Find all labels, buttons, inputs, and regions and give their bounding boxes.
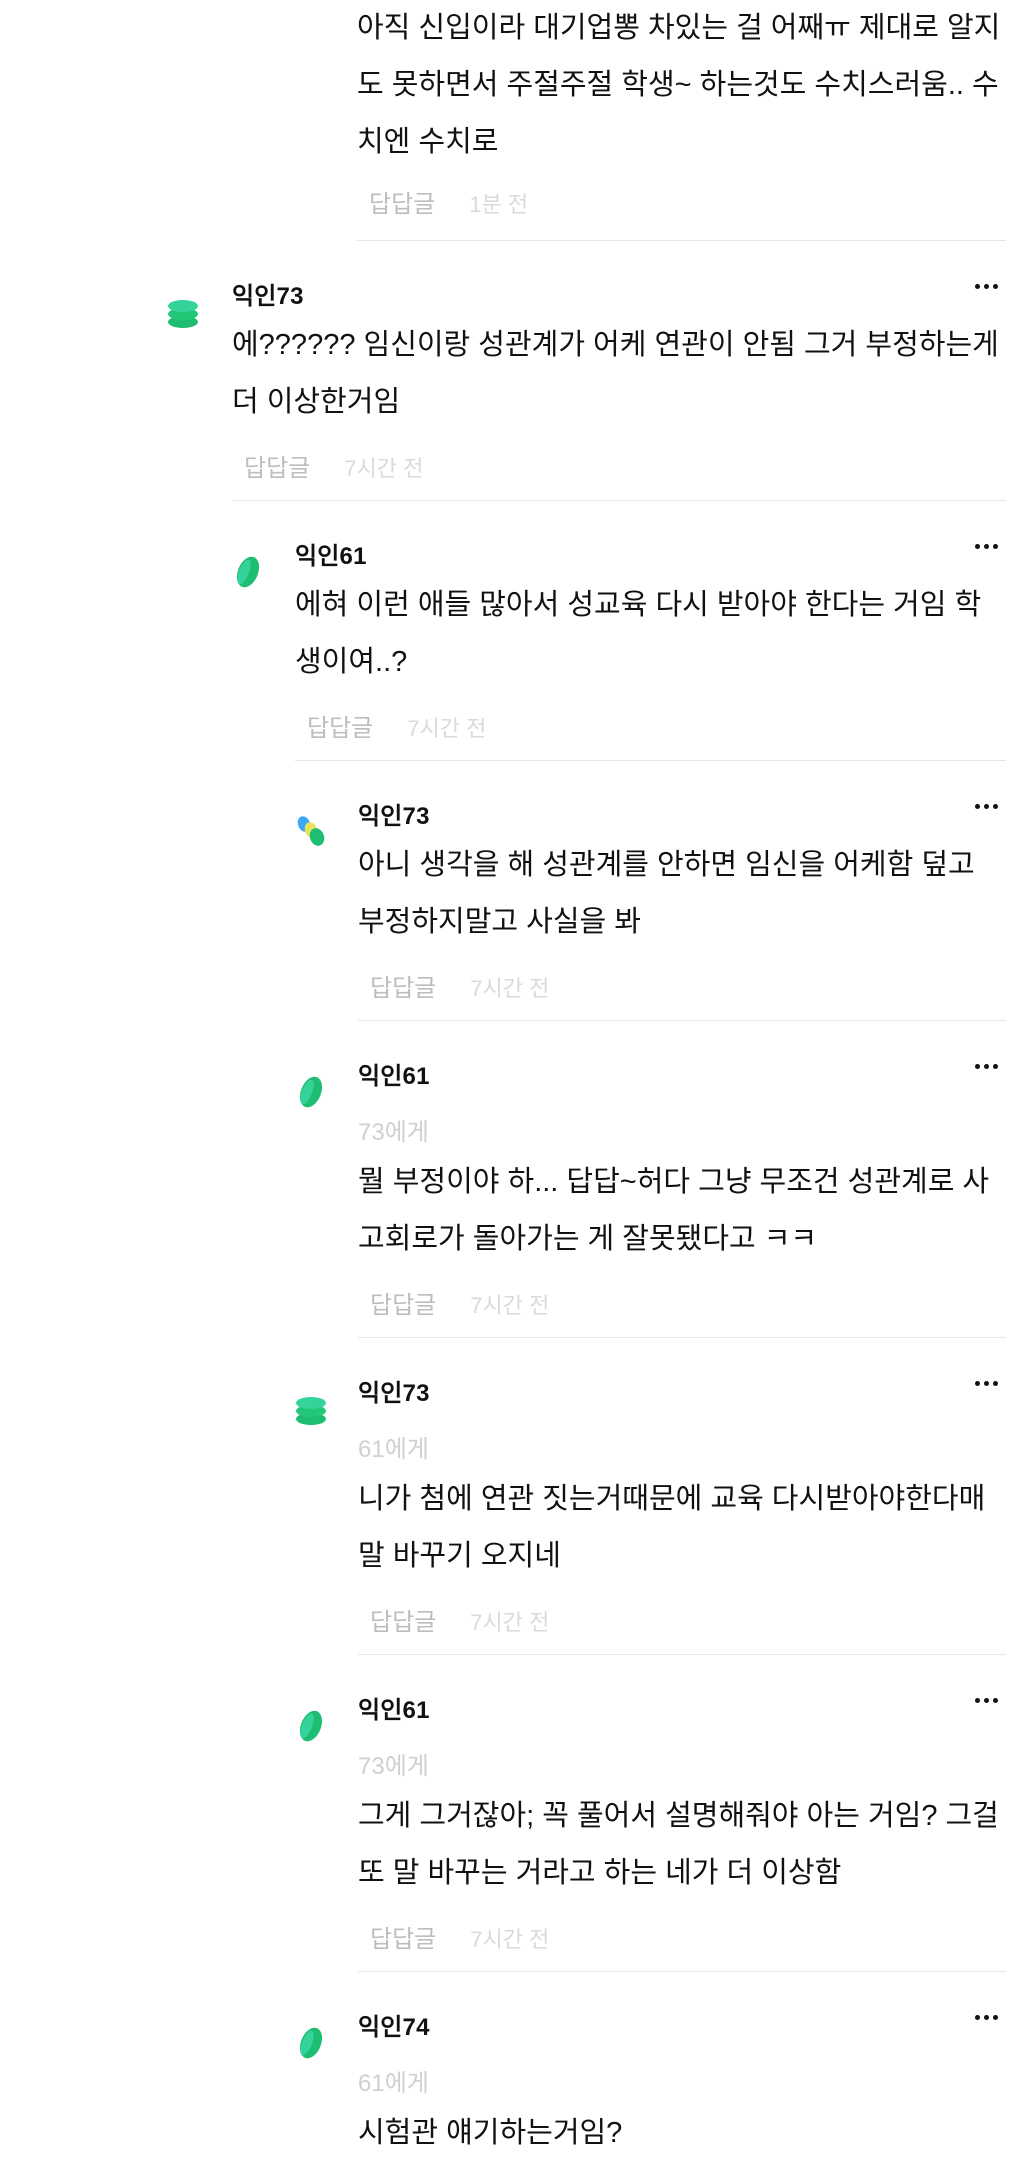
more-options-button[interactable] — [966, 794, 1006, 818]
comment-author[interactable]: 익인74 — [358, 2007, 430, 2042]
comment-actions: 답답글 7시간 전 — [370, 1602, 549, 1637]
reply-button[interactable]: 답답글 — [370, 1285, 436, 1320]
divider — [358, 1337, 1006, 1338]
comment-author[interactable]: 익인73 — [232, 276, 304, 311]
comment-actions: 답답글 7시간 전 — [370, 968, 549, 1003]
comment-item: 익인61 73에게 그게 그거잖아; 꼭 풀어서 설명해줘야 아는 거임? 그걸… — [293, 1684, 1006, 1973]
leaf-avatar-icon[interactable] — [230, 552, 270, 592]
comment-text: 뭘 부정이야 하... 답답~허다 그냥 무조건 성관계로 사고회로가 돌아가는… — [358, 1166, 990, 1255]
comment-text: 그게 그거잖아; 꼭 풀어서 설명해줘야 아는 거임? 그걸 또 말 바꾸는 거… — [358, 1800, 999, 1889]
mention-label: 61에게 — [358, 1436, 429, 1463]
comment-author[interactable]: 익인61 — [358, 1056, 430, 1091]
reply-button[interactable]: 답답글 — [370, 968, 436, 1003]
comment-actions: 답답글 7시간 전 — [370, 1919, 549, 1954]
comment-text: 니가 첨에 연관 짓는거때문에 교육 다시받아야한다매 말 바꾸기 오지네 — [358, 1483, 986, 1572]
comment-time: 7시간 전 — [470, 976, 550, 1001]
divider — [232, 500, 1006, 501]
reply-button[interactable]: 답답글 — [244, 448, 310, 483]
more-options-button[interactable] — [966, 534, 1006, 558]
comment-item: 익인73 에?????? 임신이랑 성관계가 어케 연관이 안됨 그거 부정하는… — [167, 270, 1006, 502]
leaf-avatar-icon[interactable] — [293, 1706, 333, 1746]
comment-item: 아직 신입이라 대기업뽕 차있는 걸 어째ㅠ 제대로 알지도 못하면서 주절주절… — [357, 0, 1006, 242]
comment-time: 7시간 전 — [407, 716, 487, 741]
comment-actions: 답답글 1분 전 — [369, 184, 528, 219]
more-options-button[interactable] — [966, 2005, 1006, 2029]
divider — [358, 1971, 1006, 1972]
comment-time: 7시간 전 — [470, 1293, 550, 1318]
comment-actions: 답답글 7시간 전 — [370, 1285, 549, 1320]
divider — [357, 240, 1006, 241]
leaf-avatar-icon[interactable] — [293, 1072, 333, 1112]
comment-time: 7시간 전 — [470, 1610, 550, 1635]
comment-text: 아니 생각을 해 성관계를 안하면 임신을 어케함 덮고 부정하지말고 사실을 … — [358, 849, 975, 938]
comment-author[interactable]: 익인73 — [358, 796, 430, 831]
comment-text: 에혀 이런 애들 많아서 성교육 다시 받아야 한다는 거임 학생이여..? — [295, 589, 982, 678]
comment-item: 익인61 73에게 뭘 부정이야 하... 답답~허다 그냥 무조건 성관계로 … — [293, 1050, 1006, 1339]
comment-item: 익인61 에혀 이런 애들 많아서 성교육 다시 받아야 한다는 거임 학생이여… — [230, 530, 1006, 762]
reply-button[interactable]: 답답글 — [370, 1919, 436, 1954]
divider — [295, 760, 1006, 761]
leaf-avatar-icon[interactable] — [293, 2023, 333, 2063]
comment-time: 7시간 전 — [344, 456, 424, 481]
comment-author[interactable]: 익인73 — [358, 1373, 430, 1408]
divider — [358, 1020, 1006, 1021]
comment-item: 익인73 61에게 니가 첨에 연관 짓는거때문에 교육 다시받아야한다매 말 … — [293, 1367, 1006, 1656]
reply-button[interactable]: 답답글 — [370, 1602, 436, 1637]
mention-label: 73에게 — [358, 1753, 429, 1780]
comment-author[interactable]: 익인61 — [295, 536, 367, 571]
more-options-button[interactable] — [966, 1371, 1006, 1395]
stack-avatar-icon[interactable] — [165, 292, 205, 332]
comment-actions: 답답글 7시간 전 — [307, 708, 486, 743]
reply-button[interactable]: 답답글 — [307, 708, 373, 743]
more-options-button[interactable] — [966, 274, 1006, 298]
more-options-button[interactable] — [966, 1688, 1006, 1712]
comment-time: 1분 전 — [469, 192, 529, 217]
mention-label: 73에게 — [358, 1119, 429, 1146]
stack-avatar-icon[interactable] — [293, 1389, 333, 1429]
comment-author[interactable]: 익인61 — [358, 1690, 430, 1725]
cluster-avatar-icon[interactable] — [293, 812, 333, 852]
comment-time: 7시간 전 — [470, 1927, 550, 1952]
comment-text: 시험관 얘기하는거임? — [358, 2117, 623, 2149]
reply-button[interactable]: 답답글 — [369, 184, 435, 219]
divider — [358, 1654, 1006, 1655]
comment-text: 에?????? 임신이랑 성관계가 어케 연관이 안됨 그거 부정하는게 더 이… — [232, 329, 999, 418]
mention-label: 61에게 — [358, 2070, 429, 2097]
comment-item: 익인73 아니 생각을 해 성관계를 안하면 임신을 어케함 덮고 부정하지말고… — [293, 790, 1006, 1022]
more-options-button[interactable] — [966, 1054, 1006, 1078]
comment-text: 아직 신입이라 대기업뽕 차있는 걸 어째ㅠ 제대로 알지도 못하면서 주절주절… — [357, 12, 1001, 158]
comment-actions: 답답글 7시간 전 — [244, 448, 423, 483]
comment-item: 익인74 61에게 시험관 얘기하는거임? — [293, 2001, 1006, 2168]
